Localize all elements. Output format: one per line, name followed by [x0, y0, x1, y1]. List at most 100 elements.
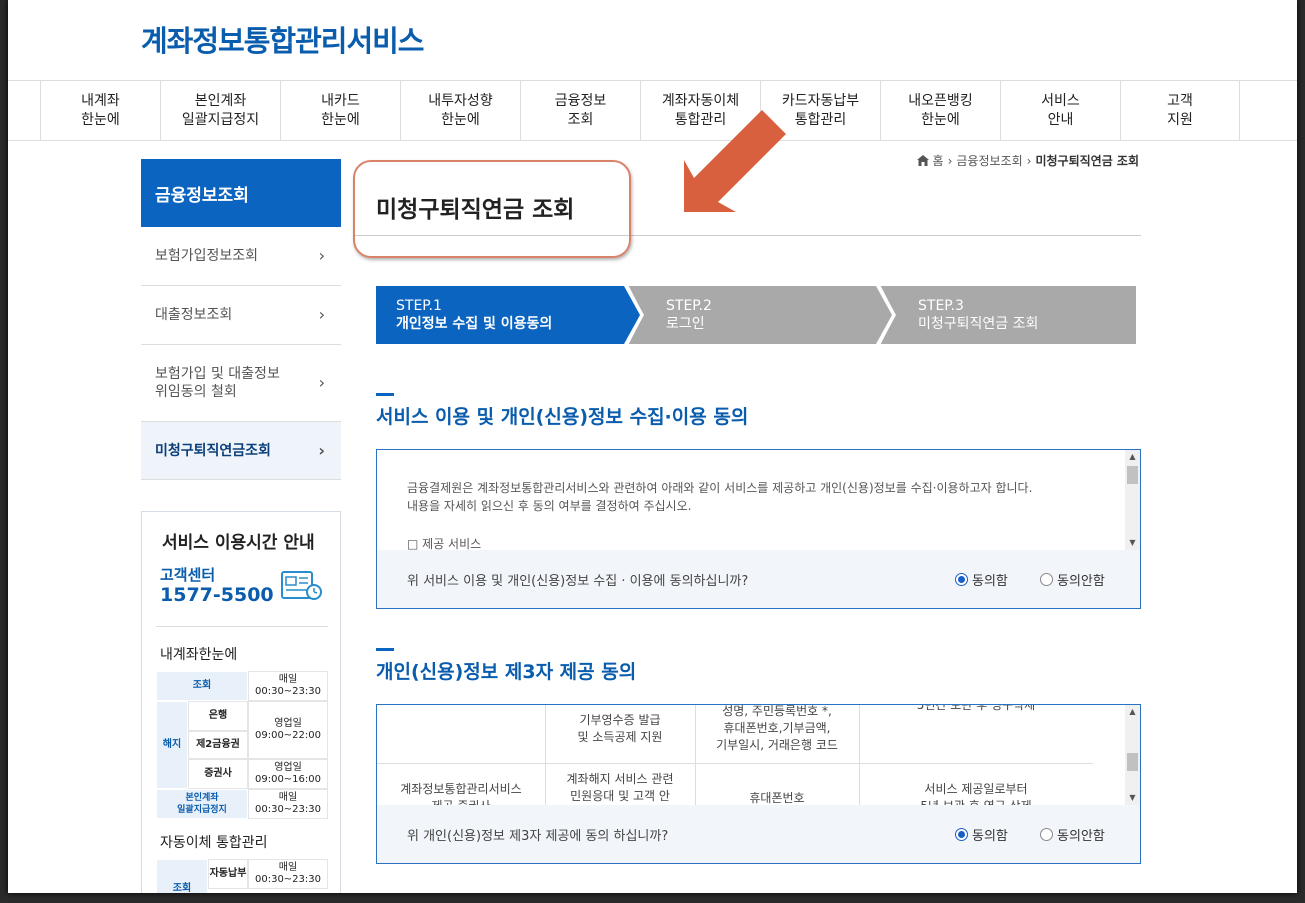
gnb-item-invest[interactable]: 내투자성향 한눈에: [400, 81, 520, 141]
section-marker: [376, 393, 394, 396]
divider: [377, 763, 1093, 764]
radio-unselected-icon[interactable]: [1040, 828, 1053, 841]
consent-box-third-party: 기부영수증 발급 및 소득공제 지원 성명, 주민등록번호 *, 휴대폰번호,기…: [376, 704, 1141, 864]
scroll-up-icon[interactable]: ▲: [1125, 450, 1140, 464]
radio-selected-icon[interactable]: [955, 573, 968, 586]
gnb-item-openbanking[interactable]: 내오픈뱅킹 한눈에: [880, 81, 1000, 141]
table-cell: 계좌해지 서비스 관련 민원응대 및 고객 안: [566, 772, 674, 803]
table-cell: 자동납부: [208, 859, 248, 889]
scroll-down-icon[interactable]: ▼: [1125, 536, 1140, 550]
scroll-down-icon[interactable]: ▼: [1125, 791, 1140, 805]
table-cell: 휴대폰번호: [749, 791, 805, 805]
disagree-label: 동의안함: [1057, 574, 1105, 589]
pointer-arrow-icon: [684, 110, 786, 212]
step-label: 개인정보 수집 및 이용동의: [396, 316, 553, 332]
breadcrumb: 홈 › 금융정보조회 › 미청구퇴직연금 조회: [916, 152, 1139, 169]
radio-unselected-icon[interactable]: [1040, 573, 1053, 586]
table-cell: 5년간 보관 후 영구삭제: [916, 705, 1036, 712]
terms-paragraph: □ 제공 서비스: [407, 537, 482, 550]
step-2: STEP.2 로그인: [666, 297, 712, 333]
lnb-item-revoke-consent[interactable]: 보험가입 및 대출정보 위임동의 철회 ›: [141, 345, 341, 422]
section-title-consent: 서비스 이용 및 개인(신용)정보 수집·이용 동의: [376, 406, 749, 428]
divider: [545, 705, 546, 805]
service-hours-box: 서비스 이용시간 안내 고객센터 1577-5500 내계좌한눈에 조회 매일 …: [141, 511, 341, 893]
gnb-item-bulk-stop[interactable]: 본인계좌 일괄지급정지: [160, 81, 280, 141]
lnb-item-label: 보험가입정보조회: [155, 248, 259, 264]
section-title-third-party: 개인(신용)정보 제3자 제공 동의: [376, 661, 637, 683]
agree-radio[interactable]: 동의함: [955, 570, 1008, 589]
disagree-label: 동의안함: [1057, 829, 1105, 844]
table-cell: 서비스 제공일로부터 5년 보관 후 영구 삭제: [920, 782, 1031, 805]
agree-question: 위 서비스 이용 및 개인(신용)정보 수집 · 이용에 동의하십니까?: [407, 574, 749, 589]
terms-paragraph: 금융결제원은 계좌정보통합관리서비스와 관련하여 아래와 같이 서비스를 제공하…: [407, 481, 1033, 495]
scrollbar[interactable]: ▲ ▼: [1125, 450, 1140, 550]
agree-question: 위 개인(신용)정보 제3자 제공에 동의 하십니까?: [407, 829, 669, 844]
breadcrumb-home[interactable]: 홈: [933, 152, 944, 169]
divider: [695, 705, 696, 805]
chevron-right-icon: ›: [947, 153, 953, 168]
lnb-item-pension[interactable]: 미청구퇴직연금조회 ›: [141, 422, 341, 480]
section-marker: [376, 648, 394, 651]
lnb-item-label: 미청구퇴직연금조회: [155, 442, 271, 459]
table-cell: 매일 00:30~23:30: [248, 859, 328, 889]
gnb-item-service-guide[interactable]: 서비스 안내: [1000, 81, 1120, 141]
scroll-thumb[interactable]: [1127, 753, 1138, 771]
radio-selected-icon[interactable]: [955, 828, 968, 841]
table-cell: 기부영수증 발급 및 소득공제 지원: [577, 713, 663, 744]
table-cell: 성명, 주민등록번호 *, 휴대폰번호,기부금액, 기부일시, 거래은행 코드: [716, 705, 838, 752]
gnb-item-my-cards[interactable]: 내카드 한눈에: [280, 81, 400, 141]
step-label: 로그인: [666, 316, 705, 332]
table-cell: 본인계좌 일괄지급정지: [156, 789, 248, 819]
terms-scroll-area[interactable]: 금융결제원은 계좌정보통합관리서비스와 관련하여 아래와 같이 서비스를 제공하…: [377, 450, 1140, 550]
scroll-thumb[interactable]: [1127, 466, 1138, 484]
third-party-table-area[interactable]: 기부영수증 발급 및 소득공제 지원 성명, 주민등록번호 *, 휴대폰번호,기…: [377, 705, 1140, 805]
agree-radio[interactable]: 동의함: [955, 825, 1008, 844]
divider: [156, 626, 328, 627]
chevron-right-icon: ›: [1026, 153, 1032, 168]
gnb-item-my-accounts[interactable]: 내계좌 한눈에: [40, 81, 160, 141]
step-indicator: STEP.1 개인정보 수집 및 이용동의 STEP.2 로그인 STEP.3 …: [376, 286, 1136, 344]
gnb-item-support[interactable]: 고객 지원: [1120, 81, 1240, 141]
disagree-radio[interactable]: 동의안함: [1040, 825, 1105, 844]
table-cell: 증권사: [188, 759, 248, 789]
lnb-item-loan[interactable]: 대출정보조회 ›: [141, 286, 341, 345]
table-cell: 조회: [156, 859, 208, 893]
terms-paragraph: 내용을 자세히 읽으신 후 동의 여부를 결정하여 주십시오.: [407, 499, 692, 513]
step-number: STEP.3: [918, 298, 964, 314]
service-hours-title: 서비스 이용시간 안내: [162, 533, 315, 553]
step-1: STEP.1 개인정보 수집 및 이용동의: [396, 297, 552, 333]
section-heading-my-accounts: 내계좌한눈에: [160, 647, 238, 663]
table-cell: 조회: [156, 671, 248, 701]
table-cell: 매일 00:30~23:30: [248, 671, 328, 701]
disagree-radio[interactable]: 동의안함: [1040, 570, 1105, 589]
table-cell: 해지: [156, 701, 188, 789]
agree-bar: 위 서비스 이용 및 개인(신용)정보 수집 · 이용에 동의하십니까? 동의함…: [377, 550, 1140, 608]
global-nav: 내계좌 한눈에 본인계좌 일괄지급정지 내카드 한눈에 내투자성향 한눈에 금융…: [8, 80, 1297, 141]
scroll-up-icon[interactable]: ▲: [1125, 705, 1140, 719]
breadcrumb-current: 미청구퇴직연금 조회: [1035, 154, 1139, 168]
lnb-item-label: 대출정보조회: [155, 307, 233, 323]
agree-label: 동의함: [972, 829, 1008, 844]
home-icon[interactable]: [916, 155, 929, 166]
step-number: STEP.1: [396, 298, 442, 314]
lnb-item-insurance[interactable]: 보험가입정보조회 ›: [141, 227, 341, 286]
table-cell: 은행: [188, 701, 248, 731]
highlight-annotation: [353, 160, 631, 258]
table-cell: 영업일 09:00~22:00: [248, 701, 328, 759]
chevron-right-icon: ›: [318, 305, 325, 324]
scrollbar[interactable]: ▲ ▼: [1125, 705, 1140, 805]
step-label: 미청구퇴직연금 조회: [918, 316, 1039, 332]
divider: [859, 705, 860, 805]
breadcrumb-item[interactable]: 금융정보조회: [956, 152, 1022, 169]
step-3: STEP.3 미청구퇴직연금 조회: [918, 297, 1038, 333]
site-logo[interactable]: 계좌정보통합관리서비스: [141, 18, 424, 60]
customer-center-label: 고객센터: [160, 566, 216, 584]
lnb-title: 금융정보조회: [141, 159, 341, 227]
chevron-right-icon: ›: [318, 246, 325, 265]
agree-label: 동의함: [972, 574, 1008, 589]
section-heading-auto-transfer: 자동이체 통합관리: [160, 835, 268, 851]
gnb-item-finance-info[interactable]: 금융정보 조회: [520, 81, 640, 141]
step-number: STEP.2: [666, 298, 712, 314]
table-cell: 계좌정보통합관리서비스 제공 증권사: [400, 782, 522, 805]
table-cell: 영업일 09:00~16:00: [248, 759, 328, 789]
